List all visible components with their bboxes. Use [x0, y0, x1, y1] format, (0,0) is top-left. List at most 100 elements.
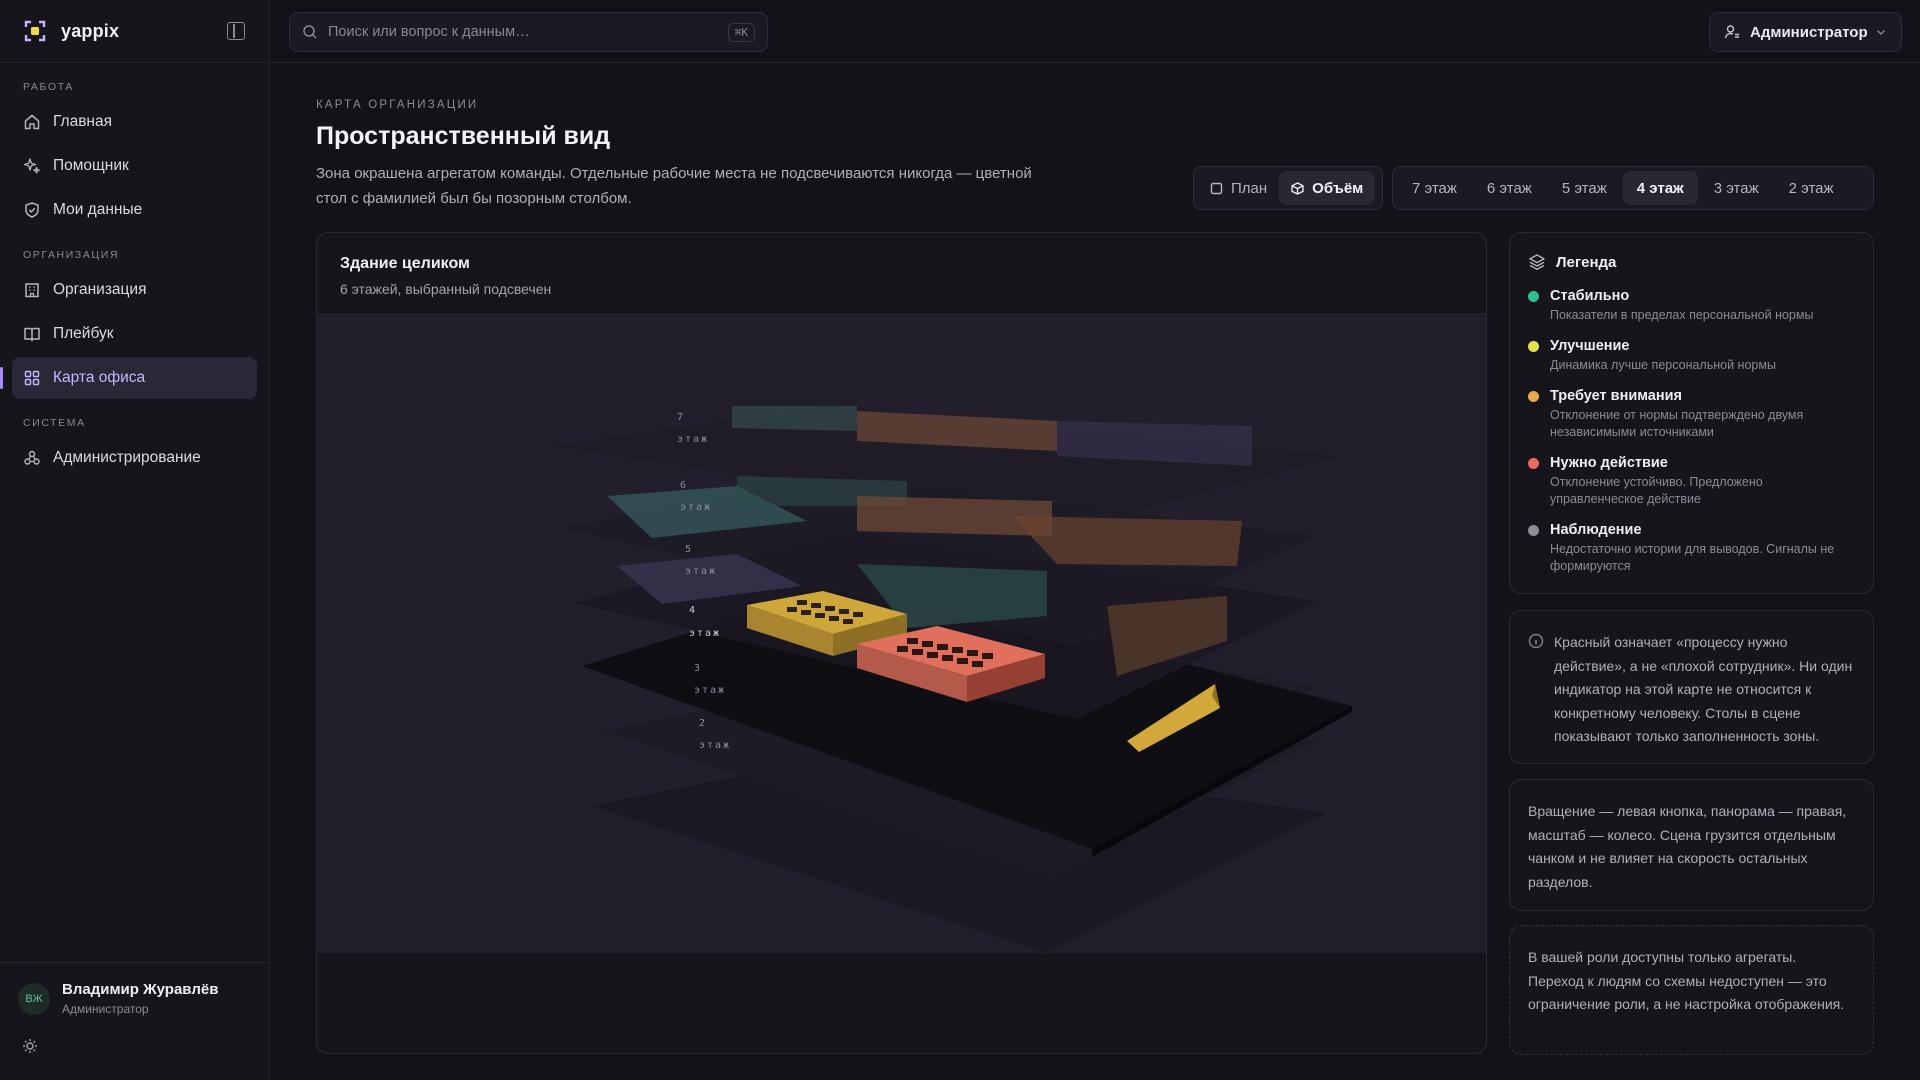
sidebar-item-office-map[interactable]: Карта офиса [0, 357, 257, 399]
floor-label-num: 5 [685, 544, 693, 555]
legend-item-desc: Отклонение устойчиво. Предложено управле… [1550, 475, 1763, 506]
sidebar-collapse-icon[interactable] [227, 22, 245, 40]
legend-item-desc: Динамика лучше персональной нормы [1550, 358, 1776, 372]
sidebar-item-home[interactable]: Главная [12, 101, 257, 143]
floor-label-word: этаж [685, 566, 717, 577]
sparkle-icon [23, 158, 40, 174]
search-box[interactable]: ⌘K [289, 12, 768, 52]
user-role: Администратор [62, 1002, 149, 1016]
info-card: Красный означает «процессу нужно действи… [1509, 610, 1874, 764]
status-dot-attention [1528, 391, 1539, 402]
floor-tab-7[interactable]: 7 этаж [1398, 171, 1471, 205]
zone-f7-teal [732, 406, 857, 431]
sidebar-footer: ВЖ Владимир Журавлёв Администратор [0, 962, 269, 1080]
legend-item: Требует внимания Отклонение от нормы под… [1528, 388, 1855, 441]
3d-building-canvas[interactable]: 7 этаж 6 этаж 5 этаж 4 этаж 3 этаж 2 эта… [317, 316, 1486, 953]
sidebar-item-label: Плейбук [53, 325, 114, 342]
search-shortcut: ⌘K [727, 22, 755, 42]
nav-section-title: СИСТЕМА [23, 417, 86, 429]
panel-subtitle: 6 этажей, выбранный подсвечен [340, 281, 552, 297]
sidebar-item-label: Помощник [53, 157, 129, 174]
panel-title: Здание целиком [340, 255, 470, 272]
sidebar-item-label: Администрирование [53, 449, 201, 466]
legend-header: Легенда [1528, 253, 1855, 271]
floor-label-num: 3 [694, 663, 702, 674]
theme-toggle-button[interactable] [18, 1034, 42, 1058]
info-icon [1528, 633, 1544, 649]
sun-icon [23, 1039, 37, 1053]
floor-label-num: 6 [680, 480, 688, 491]
floor-tab-5[interactable]: 5 этаж [1548, 171, 1621, 205]
status-dot-action [1528, 458, 1539, 469]
search-input[interactable] [328, 24, 728, 40]
app-name: yappix [61, 20, 120, 41]
status-dot-improve [1528, 341, 1539, 352]
sidebar-item-label: Организация [53, 281, 147, 298]
floor-label-word: этаж [677, 434, 709, 445]
building-icon [25, 283, 39, 298]
zone-f6-orange [857, 496, 1052, 536]
floor-tab-6[interactable]: 6 этаж [1473, 171, 1546, 205]
floor-tab-2[interactable]: 2 этаж [1775, 171, 1848, 205]
sidebar-item-assistant[interactable]: Помощник [12, 145, 257, 187]
legend-item-title: Наблюдение [1550, 522, 1642, 538]
layers-icon [1529, 254, 1545, 270]
view-mode-label: План [1231, 179, 1268, 197]
view-mode-switch: План Объём [1193, 166, 1383, 210]
shield-icon [25, 202, 39, 218]
view-mode-volume-button[interactable]: Объём [1279, 171, 1376, 205]
role-note-card: В вашей роли доступны только агрегаты. П… [1509, 925, 1874, 1055]
floor-tab-4[interactable]: 4 этаж [1622, 171, 1698, 205]
building-3d-render[interactable]: 7 этаж 6 этаж 5 этаж 4 этаж 3 этаж 2 эта… [317, 316, 1486, 953]
floor-label-num: 4 [689, 605, 697, 616]
legend-item-desc: Отклонение от нормы подтверждено двумя н… [1550, 408, 1804, 439]
info-text: Красный означает «процессу нужно действи… [1554, 634, 1853, 744]
admin-icon [24, 450, 40, 465]
floor-label-word: этаж [699, 740, 731, 751]
legend-item-desc: Недостаточно истории для выводов. Сигнал… [1550, 542, 1835, 573]
status-dot-observe [1528, 525, 1539, 536]
legend-item-desc: Показатели в пределах персональной нормы [1550, 308, 1814, 322]
role-dropdown-button[interactable]: Администратор [1709, 12, 1902, 52]
page-eyebrow: КАРТА ОРГАНИЗАЦИИ [316, 99, 479, 111]
cube-icon [1291, 181, 1304, 195]
search-icon [303, 25, 317, 39]
floor-tab-3[interactable]: 3 этаж [1700, 171, 1773, 205]
sidebar-item-label: Мои данные [53, 201, 143, 218]
square-icon [1210, 182, 1223, 194]
legend-item-title: Нужно действие [1550, 455, 1668, 471]
page-title: Пространственный вид [316, 122, 611, 150]
page-description: Зона окрашена агрегатом команды. Отдельн… [316, 165, 1032, 207]
legend-item-title: Улучшение [1550, 338, 1630, 354]
sidebar-item-label: Главная [53, 113, 112, 130]
view-mode-plan-button[interactable]: План [1198, 171, 1279, 205]
user-name: Владимир Журавлёв [62, 981, 219, 998]
floor-label-num: 2 [699, 718, 707, 729]
sidebar-item-label: Карта офиса [53, 369, 146, 386]
legend-item: Нужно действие Отклонение устойчиво. Пре… [1528, 455, 1855, 508]
floor-selector: 7 этаж 6 этаж 5 этаж 4 этаж 3 этаж 2 эта… [1392, 166, 1874, 210]
legend-item-title: Требует внимания [1550, 388, 1682, 404]
sidebar-item-administration[interactable]: Администрирование [12, 437, 257, 479]
sidebar-item-playbook[interactable]: Плейбук [12, 313, 257, 355]
legend-item: Наблюдение Недостаточно истории для выво… [1528, 522, 1855, 575]
sidebar: yappix РАБОТА Главная Помощник Мои данны… [0, 0, 270, 1080]
floor-label-word: этаж [689, 628, 721, 639]
controls-hint-card: Вращение — левая кнопка, панорама — прав… [1509, 779, 1874, 911]
sidebar-item-organization[interactable]: Организация [12, 269, 257, 311]
building-scene-panel: Здание целиком 6 этажей, выбранный подсв… [316, 232, 1487, 1054]
panel-header: Здание целиком 6 этажей, выбранный подсв… [317, 233, 1486, 315]
controls-hint-text: Вращение — левая кнопка, панорама — прав… [1528, 803, 1847, 890]
floor-label-word: этаж [680, 502, 712, 513]
legend-card: Легенда Стабильно Показатели в пределах … [1509, 232, 1874, 594]
floor-label-num: 7 [677, 412, 685, 423]
user-profile[interactable]: ВЖ Владимир Журавлёв Администратор [18, 981, 251, 1016]
grid-icon [24, 370, 40, 386]
topbar: ⌘K Администратор [271, 0, 1920, 63]
nav-section-title: ОРГАНИЗАЦИЯ [23, 249, 120, 261]
yappix-logo-icon [24, 20, 46, 42]
status-dot-stable [1528, 291, 1539, 302]
floor-label-word: этаж [694, 685, 726, 696]
sidebar-item-my-data[interactable]: Мои данные [12, 189, 257, 231]
user-settings-icon [1724, 25, 1739, 39]
